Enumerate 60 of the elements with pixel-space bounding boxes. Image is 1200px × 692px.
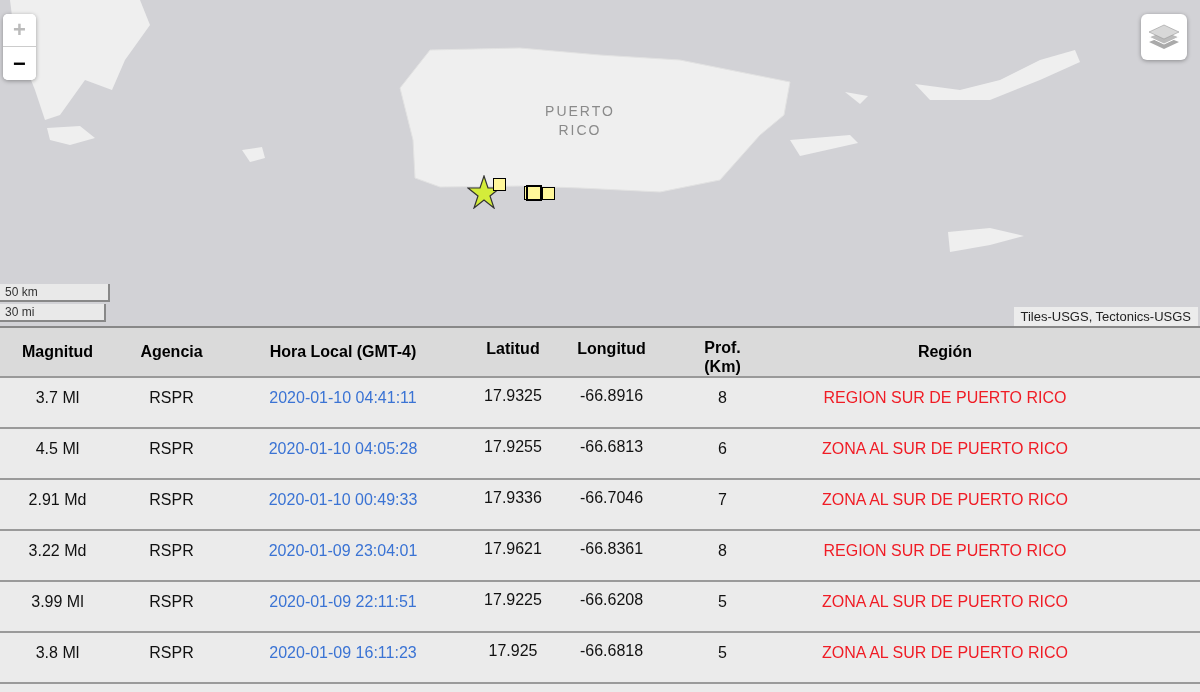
column-header: Magnitud (20, 342, 95, 362)
table-cell-text: RSPR (148, 541, 195, 561)
table-cell-text: -66.8361 (578, 539, 645, 559)
table-cell-text: 3.99 Ml (30, 592, 85, 612)
table-cell-text: 8 (717, 388, 728, 408)
table-cell-text: 5 (717, 643, 728, 663)
map-attribution: Tiles-USGS, Tectonics-USGS (1013, 307, 1198, 326)
table-cell-text: RSPR (148, 643, 195, 663)
time-link[interactable]: 2020-01-10 00:49:33 (228, 480, 458, 529)
table-cell-text: RSPR (148, 592, 195, 612)
table-cell-text: -66.8916 (578, 386, 645, 406)
table-cell-text: 7 (717, 490, 728, 510)
layers-icon (1148, 22, 1180, 52)
zoom-out-button[interactable]: − (3, 47, 36, 80)
table-cell-text: ZONA AL SUR DE PUERTO RICO (821, 643, 1069, 663)
table-cell-text: ZONA AL SUR DE PUERTO RICO (821, 439, 1069, 459)
table-cell-text: ZONA AL SUR DE PUERTO RICO (821, 592, 1069, 612)
place-label: PUERTO RICO (544, 102, 616, 140)
island-shape (47, 126, 95, 145)
table-cell-text: 2.91 Md (27, 490, 88, 510)
table-cell-text: -66.6813 (578, 437, 645, 457)
table-cell-text: 17.9621 (483, 539, 543, 559)
time-link[interactable]: 2020-01-09 23:04:01 (228, 531, 458, 580)
table-cell-text: 17.9336 (483, 488, 543, 508)
table-cell-text: 3.8 Ml (34, 643, 81, 663)
island-shape (845, 92, 868, 104)
island-shape (242, 147, 265, 162)
table-cell-text: 17.9255 (483, 437, 543, 457)
scale-bar: 30 mi (0, 304, 106, 322)
table-cell-text: 17.9225 (483, 590, 543, 610)
table-cell-text: 6 (717, 439, 728, 459)
table-cell-text: 3.22 Md (27, 541, 88, 561)
time-link[interactable]: 2020-01-10 04:41:11 (228, 378, 458, 427)
table-cell-text: 17.9325 (483, 386, 543, 406)
table-cell-text: REGION SUR DE PUERTO RICO (822, 388, 1068, 408)
square-marker-icon[interactable] (493, 178, 506, 191)
square-markers-icon[interactable] (524, 185, 555, 201)
scale-bar: 50 km (0, 284, 110, 302)
column-header: Hora Local (GMT-4) (268, 342, 418, 362)
table-cell-text: REGION SUR DE PUERTO RICO (822, 541, 1068, 561)
table-cell-text: -66.6208 (578, 590, 645, 610)
table-cell-text: ZONA AL SUR DE PUERTO RICO (821, 490, 1069, 510)
table-cell-text: 3.7 Ml (34, 388, 81, 408)
table-cell-text: 5 (717, 592, 728, 612)
table-cell-text: -66.6818 (578, 641, 645, 661)
time-link[interactable]: 2020-01-09 22:11:51 (228, 582, 458, 631)
table-cell-text: 8 (717, 541, 728, 561)
table-cell-text: RSPR (148, 439, 195, 459)
table-cell-text: -66.7046 (578, 488, 645, 508)
column-header: Región (916, 342, 974, 362)
column-header: Agencia (139, 342, 204, 362)
table-cell-text: RSPR (148, 490, 195, 510)
time-link[interactable]: 2020-01-09 16:11:23 (228, 633, 458, 682)
table-cell-text: 17.925 (487, 641, 539, 661)
column-header: Longitud (576, 339, 647, 359)
column-header: Prof. (Km) (703, 338, 742, 376)
table-cell-text: RSPR (148, 388, 195, 408)
time-link[interactable]: 2020-01-10 04:05:28 (228, 429, 458, 478)
column-header: Latitud (485, 339, 541, 359)
table-cell-text: 4.5 Ml (34, 439, 81, 459)
